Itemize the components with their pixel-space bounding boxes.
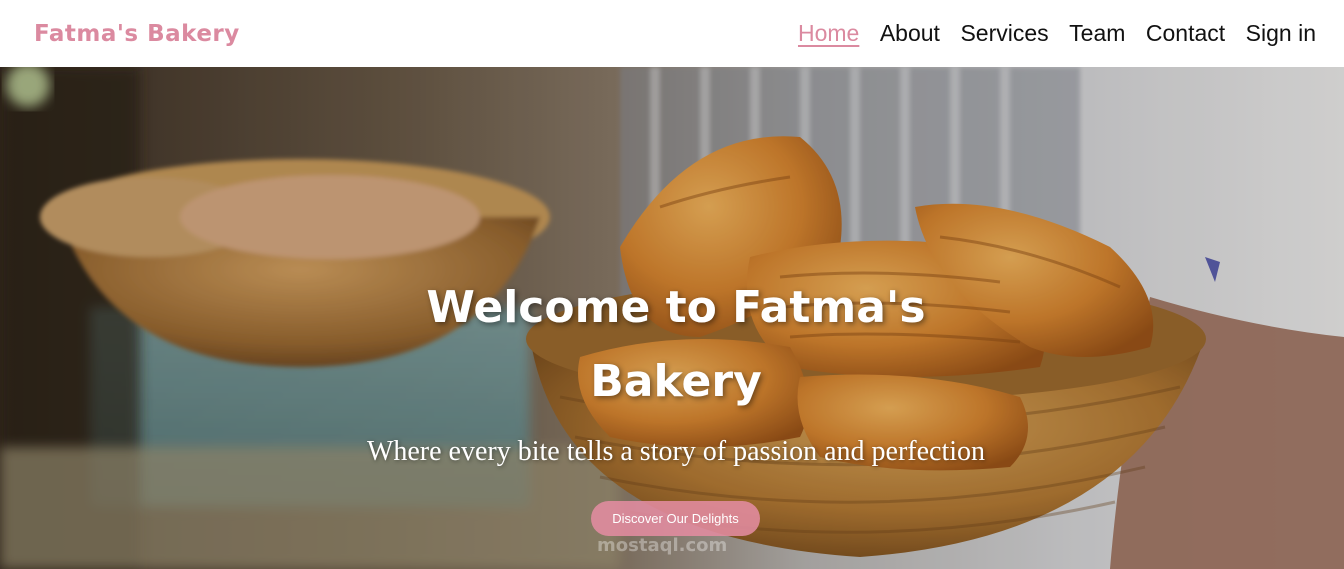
nav-link-about[interactable]: About [880, 0, 940, 67]
nav-link-home[interactable]: Home [798, 0, 859, 67]
nav-menu: Home About Services Team Contact Sign in [777, 0, 1316, 67]
hero-title-line-1: Welcome to Fatma's [426, 282, 926, 333]
nav-link-team[interactable]: Team [1069, 0, 1125, 67]
hero-title-line-2: Bakery [590, 356, 762, 407]
discover-delights-button[interactable]: Discover Our Delights [591, 501, 760, 536]
nav-link-services[interactable]: Services [960, 0, 1048, 67]
hero-content: Welcome to Fatma's Bakery Where every bi… [0, 67, 1344, 569]
hero-title: Welcome to Fatma's Bakery [372, 271, 980, 419]
brand-logo[interactable]: Fatma's Bakery [34, 21, 240, 47]
watermark: mostaql.com [597, 535, 728, 556]
hero-section: Welcome to Fatma's Bakery Where every bi… [0, 67, 1344, 569]
nav-link-contact[interactable]: Contact [1146, 0, 1225, 67]
navbar: Fatma's Bakery Home About Services Team … [0, 0, 1344, 67]
nav-link-sign-in[interactable]: Sign in [1246, 0, 1316, 67]
hero-subtitle: Where every bite tells a story of passio… [366, 436, 986, 467]
